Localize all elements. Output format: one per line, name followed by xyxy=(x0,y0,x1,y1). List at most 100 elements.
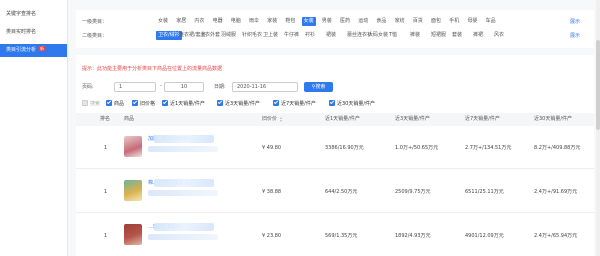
checkbox-checked-icon xyxy=(132,100,138,106)
primary-category-chip-15[interactable]: 面包 xyxy=(429,17,443,26)
primary-expand-link[interactable]: 展示 xyxy=(570,17,580,27)
checkbox-checked-icon xyxy=(217,100,223,106)
metric-checkbox-product[interactable]: 商品 xyxy=(106,99,124,109)
sales-7day-cell: 4901/12.09万元 xyxy=(465,233,504,239)
metric-label: 近30天销量/件产 xyxy=(337,101,376,107)
secondary-category-chip-12[interactable]: 裤装 xyxy=(408,31,422,40)
secondary-category-chip-6[interactable]: 牛仔裤 xyxy=(282,31,301,40)
page-from-input[interactable]: 1 xyxy=(114,82,156,92)
secondary-category-chip-11[interactable]: T恤 xyxy=(387,31,399,40)
primary-category-chip-0[interactable]: 女装 xyxy=(156,17,170,26)
search-button-label: 搜索 xyxy=(315,84,326,90)
primary-category-chip-4[interactable]: 电脑 xyxy=(229,17,243,26)
metric-label: 近7天销量/件产 xyxy=(281,101,316,107)
sales-3day-cell: 2509/9.75万元 xyxy=(395,189,431,195)
metric-checkbox-30day-sales[interactable]: 近30天销量/件产 xyxy=(329,99,375,109)
checkbox-checked-icon xyxy=(329,100,335,106)
col-header-3day[interactable]: 近3天销量/件产 xyxy=(395,113,430,126)
secondary-category-chip-14[interactable]: 套装 xyxy=(450,31,464,40)
primary-category-chip-5[interactable]: 雨伞 xyxy=(247,17,261,26)
metric-label: 搜索 xyxy=(90,101,101,107)
sales-3day-cell: 1892/4.93万元 xyxy=(395,233,431,239)
metric-checkbox-7day-sales[interactable]: 近7天销量/件产 xyxy=(273,99,316,109)
secondary-category-chip-16[interactable]: 风衣 xyxy=(492,31,506,40)
price-cell: ¥ 49.80 xyxy=(262,145,282,151)
col-header-30day[interactable]: 近30天销量/件产 xyxy=(534,113,572,126)
metric-checkbox-1day-sales[interactable]: 近1天销量/件产 xyxy=(162,99,205,109)
primary-category-chip-10[interactable]: 医药 xyxy=(338,17,352,26)
primary-category-chip-16[interactable]: 手机 xyxy=(447,17,461,26)
primary-category-chip-12[interactable]: 食品 xyxy=(374,17,388,26)
product-thumbnail[interactable] xyxy=(124,180,142,201)
primary-category-chip-7[interactable]: 鞋包 xyxy=(283,17,297,26)
col-header-price[interactable]: 旧价价 xyxy=(262,113,277,126)
rank-cell: 1 xyxy=(104,189,108,195)
new-badge: 新 xyxy=(38,46,47,51)
sidebar-item-category-traffic-analysis[interactable]: 类目引流分析新 xyxy=(0,44,67,57)
sales-30day-cell: 2.4万+/65.94万元 xyxy=(534,233,578,239)
sales-30day-cell: 2.4万+/91.69万元 xyxy=(534,189,578,195)
price-cell: ¥ 23.80 xyxy=(262,233,282,239)
date-label: 日期: xyxy=(214,84,226,90)
search-button[interactable]: ⚲搜索 xyxy=(304,82,333,92)
primary-category-chip-13[interactable]: 家纺 xyxy=(393,17,407,26)
metric-checkbox-old-price[interactable]: 旧价格 xyxy=(132,99,155,109)
scrollbar-thumb[interactable] xyxy=(596,40,600,130)
checkbox-checked-icon xyxy=(106,100,112,106)
secondary-category-chip-8[interactable]: 裙装 xyxy=(324,31,338,40)
primary-category-chip-2[interactable]: 内衣 xyxy=(192,17,206,26)
secondary-category-label: 二级类目： xyxy=(82,33,108,39)
sort-down-icon[interactable] xyxy=(280,120,282,122)
blurred-title-mask xyxy=(154,179,214,187)
date-input[interactable]: 2020-11-16 xyxy=(232,82,298,92)
sales-7day-cell: 6511/25.11万元 xyxy=(465,189,504,195)
primary-category-chip-17[interactable]: 母婴 xyxy=(465,17,479,26)
metric-label: 旧价格 xyxy=(140,101,156,107)
rank-cell: 1 xyxy=(104,233,108,239)
table-row: 1 棉...10款韩版女生... ¥ 38.88 644/2.50万元 2509… xyxy=(76,171,594,213)
secondary-category-chip-15[interactable]: 裤裙 xyxy=(471,31,485,40)
product-thumbnail[interactable] xyxy=(124,224,142,245)
primary-category-chip-6[interactable]: 家装 xyxy=(265,17,279,26)
secondary-category-chip-7[interactable]: 衬衫 xyxy=(303,31,317,40)
page-to-input[interactable]: 10 xyxy=(164,82,204,92)
col-header-product: 商品 xyxy=(124,116,135,122)
secondary-expand-link[interactable]: 展示 xyxy=(570,31,580,41)
sidebar-item-label: 类目引流分析 xyxy=(6,47,37,53)
rank-cell: 1 xyxy=(104,145,108,151)
sidebar-item-keyword-rank[interactable]: 关键字查排名 xyxy=(0,8,67,21)
primary-category-chip-18[interactable]: 车品 xyxy=(484,17,498,26)
secondary-category-row: 二级类目： 卫衣/绒衫 连衣裙/套装 上衣外套 羽绒服 针织毛衣 卫上装 牛仔裤 衬衫 裙装 蕾丝… xyxy=(82,31,592,41)
primary-category-chip-11[interactable]: 运动 xyxy=(356,17,370,26)
blurred-subtitle xyxy=(148,234,218,240)
sales-1day-cell: 569/1.35万元 xyxy=(325,233,358,239)
col-header-7day[interactable]: 近7天销量/件产 xyxy=(465,113,500,126)
page-range-dash: - xyxy=(160,83,162,89)
metric-label: 商品 xyxy=(114,101,125,107)
primary-category-chip-14[interactable]: 百货 xyxy=(411,17,425,26)
secondary-category-chip-5[interactable]: 卫上装 xyxy=(261,31,280,40)
primary-category-label: 一级类目： xyxy=(82,19,108,25)
primary-category-row: 一级类目： 女装 家居 内衣 电器 电脑 雨伞 家装 鞋包 女装 男装 医药 运动 食品 家纺 百货 面包 手机… xyxy=(82,17,592,27)
sales-3day-cell: 1.0万+/50.65万元 xyxy=(395,145,439,151)
product-thumbnail[interactable] xyxy=(124,136,142,157)
col-header-1day[interactable]: 近1天销量/件产 xyxy=(325,113,360,126)
primary-category-chip-1[interactable]: 家居 xyxy=(174,17,188,26)
primary-category-chip-8[interactable]: 女装 xyxy=(301,17,316,26)
table-row: 1 ...套[29.8元]... ¥ 23.80 569/1.35万元 1892… xyxy=(76,215,594,256)
sidebar-item-category-realtime-rank[interactable]: 类目实时排名 xyxy=(0,26,67,39)
secondary-category-chip-3[interactable]: 羽绒服 xyxy=(219,31,238,40)
page-label: 页码: xyxy=(82,84,94,90)
metric-label: 近3天销量/件产 xyxy=(225,101,260,107)
checkbox-checked-icon xyxy=(273,100,279,106)
primary-category-chip-9[interactable]: 男装 xyxy=(320,17,334,26)
secondary-category-chip-13[interactable]: 短裙服 xyxy=(429,31,448,40)
blurred-title-mask xyxy=(154,223,214,231)
metric-label: 近1天销量/件产 xyxy=(170,101,205,107)
sort-up-icon[interactable] xyxy=(280,117,282,119)
checkbox-checked-icon xyxy=(162,100,168,106)
primary-category-chip-3[interactable]: 电器 xyxy=(211,17,225,26)
metric-checkbox-3day-sales[interactable]: 近3天销量/件产 xyxy=(217,99,260,109)
sales-30day-cell: 8.2万+/409.88万元 xyxy=(534,145,581,151)
price-cell: ¥ 38.88 xyxy=(262,189,282,195)
